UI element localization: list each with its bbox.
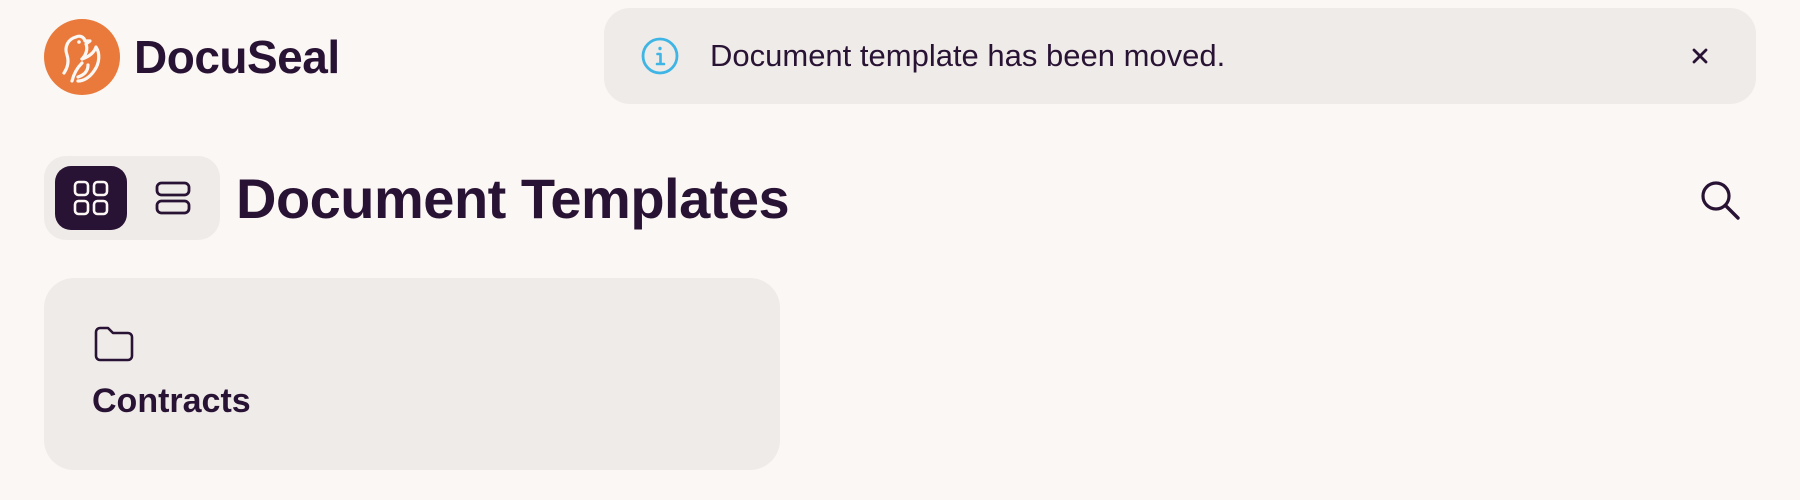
search-button[interactable] bbox=[1696, 176, 1744, 224]
folder-icon bbox=[94, 326, 134, 362]
toast-message: Document template has been moved. bbox=[710, 38, 1226, 73]
docuseal-logo-icon bbox=[44, 19, 120, 95]
list-view-button[interactable] bbox=[137, 166, 209, 230]
folder-name: Contracts bbox=[92, 382, 251, 420]
close-icon bbox=[1692, 48, 1708, 64]
grid-icon bbox=[73, 180, 109, 216]
page-title: Document Templates bbox=[236, 167, 790, 230]
grid-view-button[interactable] bbox=[55, 166, 127, 230]
info-circle-icon bbox=[641, 37, 679, 75]
app-page: DocuSeal Document template has been move… bbox=[0, 0, 1800, 500]
folder-card-contracts[interactable]: Contracts bbox=[44, 278, 780, 470]
brand-name: DocuSeal bbox=[134, 31, 340, 83]
toast-notification: Document template has been moved. bbox=[604, 8, 1756, 104]
list-icon bbox=[155, 181, 191, 215]
brand-link[interactable]: DocuSeal bbox=[44, 19, 340, 95]
view-toggle bbox=[44, 156, 220, 240]
search-icon bbox=[1701, 181, 1740, 220]
toast-close-button[interactable] bbox=[1680, 36, 1720, 76]
